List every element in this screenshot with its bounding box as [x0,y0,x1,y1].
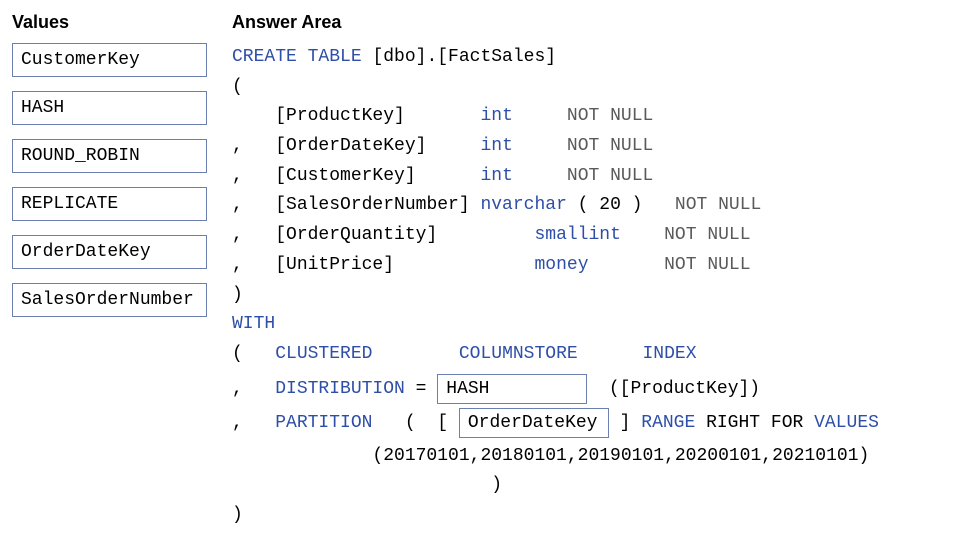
col-unitprice: [UnitPrice] [275,255,394,275]
col-salesordernumber: [SalesOrderNumber] [275,195,480,215]
type-int: int [480,136,512,156]
line-customerkey: , [CustomerKey] int NOT NULL [232,162,961,192]
line-productkey: [ProductKey] int NOT NULL [232,102,961,132]
line-salesordernumber: , [SalesOrderNumber] nvarchar ( 20 ) NOT… [232,191,961,221]
values-title: Values [12,12,207,33]
line-with: WITH [232,310,961,340]
line-close-cols: ) [232,281,961,311]
type-int: int [480,166,512,186]
kw-create-table: CREATE TABLE [232,47,372,67]
table-name: [dbo].[FactSales] [372,47,556,67]
kw-clustered: CLUSTERED [275,344,459,364]
type-int: int [480,106,512,126]
kw-values: VALUES [814,413,879,433]
not-null: NOT NULL [664,225,750,245]
not-null: NOT NULL [664,255,750,275]
value-item-hash[interactable]: HASH [12,91,207,125]
answer-title: Answer Area [232,12,961,33]
line-partition: , PARTITION ( [ OrderDateKey ] RANGE RIG… [232,408,961,438]
value-item-customerkey[interactable]: CustomerKey [12,43,207,77]
kw-partition: PARTITION [275,413,405,433]
col-orderquantity: [OrderQuantity] [275,225,437,245]
kw-index: INDEX [643,344,697,364]
line-orderdatekey: , [OrderDateKey] int NOT NULL [232,132,961,162]
not-null: NOT NULL [675,195,761,215]
line-open-paren: ( [232,73,961,103]
type-nvarchar: nvarchar [480,195,577,215]
line-create: CREATE TABLE [dbo].[FactSales] [232,43,961,73]
line-unitprice: , [UnitPrice] money NOT NULL [232,251,961,281]
values-panel: Values CustomerKey HASH ROUND_ROBIN REPL… [12,12,207,531]
line-partition-close: ) [232,471,961,501]
kw-range: RANGE [641,413,706,433]
drop-target-partition[interactable]: OrderDateKey [459,408,609,438]
value-item-replicate[interactable]: REPLICATE [12,187,207,221]
col-orderdatekey: [OrderDateKey] [275,136,426,156]
not-null: NOT NULL [567,136,653,156]
col-customerkey: [CustomerKey] [275,166,415,186]
kw-columnstore: COLUMNSTORE [459,344,643,364]
line-partition-values: (20170101,20180101,20190101,20200101,202… [232,442,961,472]
line-distribution: , DISTRIBUTION = HASH ([ProductKey]) [232,374,961,404]
line-final-close: ) [232,501,961,531]
type-money: money [534,255,588,275]
not-null: NOT NULL [567,106,653,126]
drop-target-distribution[interactable]: HASH [437,374,587,404]
not-null: NOT NULL [567,166,653,186]
answer-area: Answer Area CREATE TABLE [dbo].[FactSale… [232,12,961,531]
type-smallint: smallint [534,225,620,245]
kw-distribution: DISTRIBUTION [275,379,415,399]
distribution-column: ([ProductKey]) [587,379,760,399]
line-cci: ( CLUSTERED COLUMNSTORE INDEX [232,340,961,370]
line-orderquantity: , [OrderQuantity] smallint NOT NULL [232,221,961,251]
value-item-salesordernumber[interactable]: SalesOrderNumber [12,283,207,317]
col-productkey: [ProductKey] [275,106,405,126]
value-item-round-robin[interactable]: ROUND_ROBIN [12,139,207,173]
value-item-orderdatekey[interactable]: OrderDateKey [12,235,207,269]
